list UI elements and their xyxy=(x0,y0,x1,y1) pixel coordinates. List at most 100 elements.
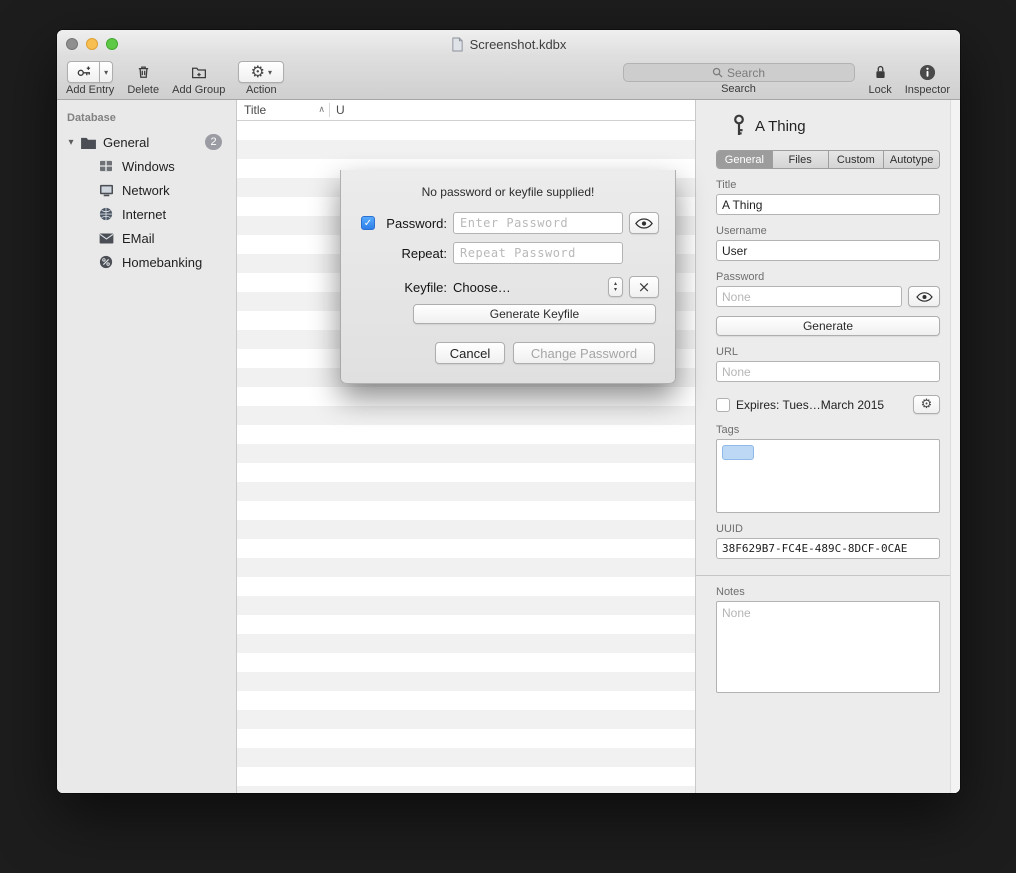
lock-icon xyxy=(873,63,888,81)
dialog-password-label: Password: xyxy=(381,216,447,231)
titlebar: Screenshot.kdbx xyxy=(57,30,960,58)
cancel-button[interactable]: Cancel xyxy=(435,342,505,364)
eye-icon xyxy=(916,292,933,302)
url-field-label: URL xyxy=(716,346,940,358)
tag-token[interactable] xyxy=(722,445,754,460)
minimize-button[interactable] xyxy=(86,38,98,50)
inspector-scrollbar[interactable] xyxy=(950,100,960,793)
sidebar-item-internet[interactable]: Internet xyxy=(57,202,236,226)
dialog-show-password-button[interactable] xyxy=(629,212,659,234)
entry-title: A Thing xyxy=(755,118,806,135)
password-checkbox[interactable]: ✓ xyxy=(361,216,375,230)
sidebar-item-label: EMail xyxy=(122,231,155,246)
uuid-field[interactable] xyxy=(716,538,940,559)
keyfile-value: Choose… xyxy=(453,280,608,295)
clear-keyfile-button[interactable]: × xyxy=(629,276,659,298)
uuid-label: UUID xyxy=(716,523,940,535)
folder-plus-icon xyxy=(190,64,208,81)
folder-icon xyxy=(79,136,97,149)
window-title: Screenshot.kdbx xyxy=(470,37,567,52)
sort-ascending-icon: ∧ xyxy=(318,105,325,115)
sidebar-item-label: Homebanking xyxy=(122,255,202,270)
tab-general[interactable]: General xyxy=(717,151,772,168)
sidebar-item-windows[interactable]: Windows xyxy=(57,154,236,178)
username-field[interactable] xyxy=(716,240,940,261)
eye-icon xyxy=(635,218,653,229)
key-icon xyxy=(732,114,746,138)
expires-checkbox[interactable] xyxy=(716,398,730,412)
gear-icon: ⚙ xyxy=(251,64,265,80)
column-username-label: U xyxy=(336,103,345,117)
generate-keyfile-label: Generate Keyfile xyxy=(490,307,579,321)
tags-field[interactable] xyxy=(716,439,940,513)
username-field-label: Username xyxy=(716,225,940,237)
toolbar-inspector: Inspector xyxy=(905,61,950,96)
zoom-button[interactable] xyxy=(106,38,118,50)
change-password-button[interactable]: Change Password xyxy=(513,342,655,364)
action-label: Action xyxy=(246,84,277,96)
notes-field[interactable]: None xyxy=(716,601,940,693)
trash-icon xyxy=(135,63,152,81)
table-header: Title ∧ U xyxy=(237,100,695,121)
dialog-password-input[interactable] xyxy=(453,212,623,234)
action-button[interactable]: ⚙ ▾ xyxy=(238,61,284,83)
disclosure-triangle-icon[interactable]: ▾ xyxy=(65,137,77,148)
stepper-icon[interactable]: ▴▾ xyxy=(608,277,623,297)
add-entry-button[interactable]: ▾ xyxy=(67,61,113,83)
close-button[interactable] xyxy=(66,38,78,50)
column-username[interactable]: U xyxy=(330,103,345,117)
dialog-repeat-input[interactable] xyxy=(453,242,623,264)
title-field[interactable] xyxy=(716,194,940,215)
entry-header: A Thing xyxy=(732,114,940,138)
show-password-button[interactable] xyxy=(908,286,940,307)
keyfile-combobox[interactable]: Choose… ▴▾ xyxy=(453,276,623,298)
divider xyxy=(696,575,960,576)
sidebar: Database ▾ General 2 Windows Networ xyxy=(57,100,237,793)
change-password-sheet: No password or keyfile supplied! ✓ Passw… xyxy=(340,170,676,384)
expires-settings-button[interactable]: ⚙ xyxy=(913,395,940,414)
expires-label: Expires: Tues…March 2015 xyxy=(736,398,884,412)
toolbar-search: Search Search xyxy=(623,61,855,95)
add-group-button[interactable] xyxy=(186,61,212,83)
sidebar-item-label: Network xyxy=(122,183,170,198)
inspector-tabs: General Files Custom Autotype xyxy=(716,150,940,169)
sidebar-item-network[interactable]: Network xyxy=(57,178,236,202)
traffic-lights xyxy=(57,38,118,50)
generate-password-button[interactable]: Generate xyxy=(716,316,940,336)
sidebar-item-label: General xyxy=(103,135,149,150)
document-icon xyxy=(451,37,464,52)
sidebar-item-general[interactable]: ▾ General 2 xyxy=(57,130,236,154)
percent-coin-icon xyxy=(97,255,115,269)
column-title-label: Title xyxy=(244,103,266,117)
search-placeholder: Search xyxy=(727,66,765,80)
lock-button[interactable] xyxy=(869,61,892,83)
app-window: Screenshot.kdbx ▾ Add Entry Delete xyxy=(57,30,960,793)
toolbar-delete: Delete xyxy=(127,61,159,96)
inspector-button[interactable] xyxy=(915,61,940,83)
search-input[interactable]: Search xyxy=(623,63,855,82)
info-icon xyxy=(919,64,936,81)
sheet-message: No password or keyfile supplied! xyxy=(341,170,675,199)
password-field[interactable] xyxy=(716,286,902,307)
add-entry-label: Add Entry xyxy=(66,84,114,96)
globe-icon xyxy=(97,207,115,221)
sidebar-item-homebanking[interactable]: Homebanking xyxy=(57,250,236,274)
cancel-label: Cancel xyxy=(450,346,490,361)
url-field[interactable] xyxy=(716,361,940,382)
key-plus-icon xyxy=(67,61,99,83)
tab-autotype[interactable]: Autotype xyxy=(883,151,939,168)
password-field-label: Password xyxy=(716,271,940,283)
notes-label: Notes xyxy=(716,586,940,598)
lock-label: Lock xyxy=(869,84,892,96)
add-entry-dropdown-icon[interactable]: ▾ xyxy=(99,61,113,83)
tab-files[interactable]: Files xyxy=(772,151,828,168)
tab-custom[interactable]: Custom xyxy=(828,151,884,168)
delete-button[interactable] xyxy=(131,61,156,83)
column-title[interactable]: Title ∧ xyxy=(237,103,329,117)
sidebar-item-email[interactable]: EMail xyxy=(57,226,236,250)
chevron-down-icon: ▾ xyxy=(268,68,272,77)
delete-label: Delete xyxy=(127,84,159,96)
toolbar: ▾ Add Entry Delete Add Group ⚙ ▾ xyxy=(57,58,960,100)
generate-keyfile-button[interactable]: Generate Keyfile xyxy=(413,304,656,324)
change-password-label: Change Password xyxy=(531,346,637,361)
